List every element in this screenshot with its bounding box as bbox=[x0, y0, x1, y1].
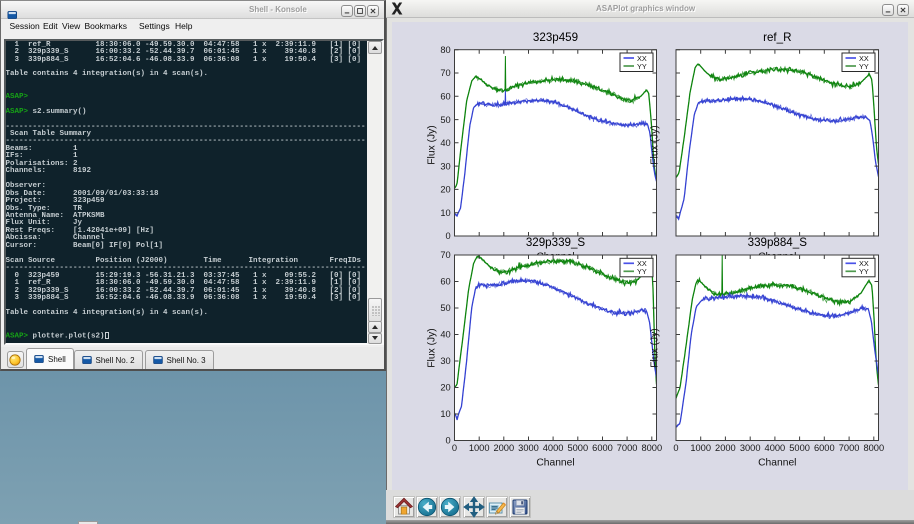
svg-text:8000: 8000 bbox=[641, 443, 662, 453]
svg-text:40: 40 bbox=[440, 330, 450, 340]
svg-text:YY: YY bbox=[859, 267, 869, 276]
svg-text:8000: 8000 bbox=[863, 443, 884, 453]
svg-text:70: 70 bbox=[440, 68, 450, 78]
svg-text:3000: 3000 bbox=[740, 443, 761, 453]
svg-text:50: 50 bbox=[440, 303, 450, 313]
svg-text:1000: 1000 bbox=[469, 443, 490, 453]
svg-text:60: 60 bbox=[440, 277, 450, 287]
svg-text:Flux (Jy): Flux (Jy) bbox=[427, 125, 438, 164]
svg-text:4000: 4000 bbox=[543, 443, 564, 453]
svg-text:323p459: 323p459 bbox=[533, 31, 578, 44]
svg-text:30: 30 bbox=[440, 356, 450, 366]
svg-text:10: 10 bbox=[440, 208, 450, 218]
svg-text:7000: 7000 bbox=[617, 443, 638, 453]
svg-text:2000: 2000 bbox=[493, 443, 514, 453]
svg-text:6000: 6000 bbox=[592, 443, 613, 453]
svg-text:YY: YY bbox=[637, 62, 647, 71]
svg-text:5000: 5000 bbox=[789, 443, 810, 453]
svg-text:Flux (Jy): Flux (Jy) bbox=[650, 125, 661, 164]
svg-text:Channel: Channel bbox=[758, 458, 796, 469]
svg-text:YY: YY bbox=[637, 267, 647, 276]
svg-text:80: 80 bbox=[440, 45, 450, 55]
svg-text:70: 70 bbox=[440, 250, 450, 260]
svg-text:YY: YY bbox=[859, 62, 869, 71]
svg-text:4000: 4000 bbox=[765, 443, 786, 453]
svg-text:Flux (Jy): Flux (Jy) bbox=[427, 328, 438, 367]
svg-text:30: 30 bbox=[440, 161, 450, 171]
svg-text:6000: 6000 bbox=[814, 443, 835, 453]
svg-text:1000: 1000 bbox=[690, 443, 711, 453]
svg-text:ref_R: ref_R bbox=[763, 31, 791, 44]
svg-text:Flux (Jy): Flux (Jy) bbox=[650, 328, 661, 367]
svg-text:20: 20 bbox=[440, 383, 450, 393]
svg-text:20: 20 bbox=[440, 185, 450, 195]
svg-text:50: 50 bbox=[440, 115, 450, 125]
svg-text:Channel: Channel bbox=[536, 458, 574, 469]
svg-text:329p339_S: 329p339_S bbox=[526, 236, 586, 249]
svg-text:60: 60 bbox=[440, 92, 450, 102]
svg-text:0: 0 bbox=[446, 231, 451, 241]
svg-text:10: 10 bbox=[440, 409, 450, 419]
svg-text:40: 40 bbox=[440, 138, 450, 148]
svg-text:339p884_S: 339p884_S bbox=[748, 236, 808, 249]
svg-text:5000: 5000 bbox=[567, 443, 588, 453]
svg-text:7000: 7000 bbox=[839, 443, 860, 453]
svg-text:3000: 3000 bbox=[518, 443, 539, 453]
svg-text:2000: 2000 bbox=[715, 443, 736, 453]
svg-text:0: 0 bbox=[452, 443, 457, 453]
svg-text:0: 0 bbox=[446, 436, 451, 446]
svg-text:0: 0 bbox=[673, 443, 678, 453]
